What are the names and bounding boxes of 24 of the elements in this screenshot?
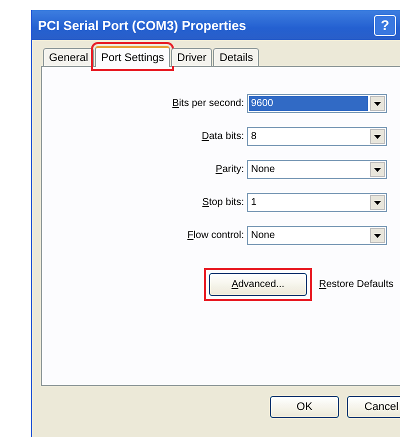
window-title: PCI Serial Port (COM3) Properties (38, 18, 248, 32)
dialog-button[interactable]: Cancel (347, 396, 400, 418)
dropdown[interactable]: 8 (247, 127, 387, 146)
tab[interactable]: Details (213, 48, 260, 66)
dialog-button[interactable]: OK (270, 396, 339, 418)
dropdown[interactable]: None (247, 226, 387, 245)
tab[interactable]: General (43, 48, 94, 66)
setting-label: Flow control: (187, 230, 244, 241)
dropdown[interactable]: 9600 (247, 94, 387, 113)
setting-label: Stop bits: (202, 197, 244, 208)
dropdown-value: 1 (250, 196, 258, 210)
dropdown-value: 8 (250, 130, 258, 144)
help-button[interactable]: ? (374, 14, 396, 36)
tab[interactable]: Driver (171, 48, 212, 66)
panel-button[interactable]: Advanced... (209, 273, 307, 296)
dropdown-value: None (250, 163, 276, 177)
panel-button[interactable]: Restore Defaults (317, 273, 396, 296)
setting-label: Data bits: (202, 131, 244, 142)
dropdown-value: 9600 (249, 96, 368, 111)
setting-label: Parity: (216, 164, 244, 175)
dropdown[interactable]: None (247, 160, 387, 179)
setting-label: Bits per second: (172, 98, 244, 109)
dropdown[interactable]: 1 (247, 193, 387, 212)
dropdown-value: None (250, 229, 276, 243)
